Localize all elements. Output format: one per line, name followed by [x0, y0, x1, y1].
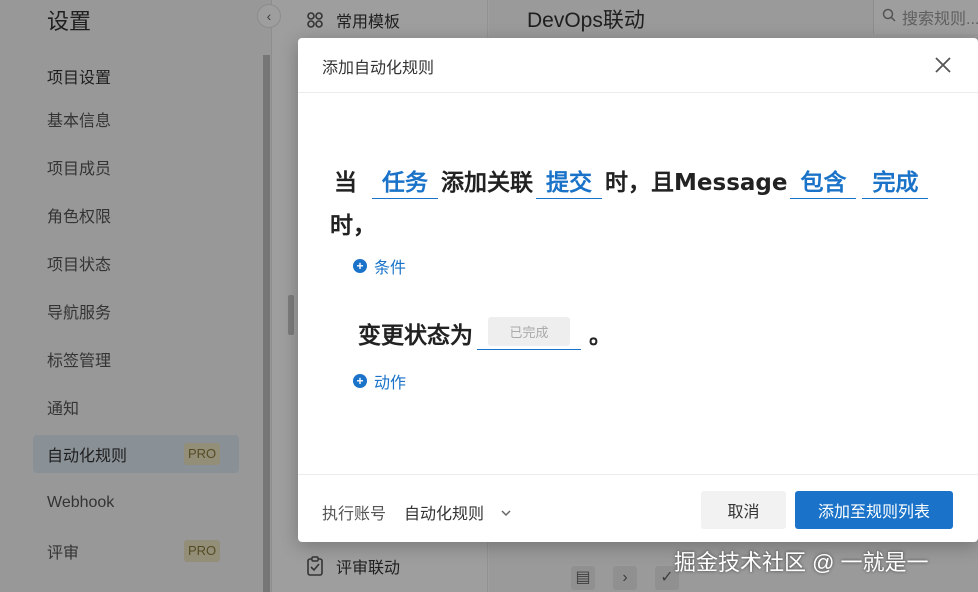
- rule-prefix: 当: [334, 170, 357, 196]
- add-rule-dialog: 添加自动化规则 当 任务 添加关联 提交 时，且Message 包含 完成 时， + 条件…: [298, 38, 978, 542]
- add-action-label: 动作: [374, 375, 407, 392]
- exec-account-select[interactable]: 自动化规则: [404, 500, 512, 524]
- add-action-button[interactable]: + 动作: [353, 369, 406, 393]
- operator-selector[interactable]: 包含: [790, 168, 857, 199]
- rule-mid: 时，且Message: [605, 170, 788, 196]
- app-window: 设置 项目设置 基本信息 项目成员 角色权限 项目状态 导航服务 标签管理 通知…: [0, 0, 978, 592]
- status-selector[interactable]: 已完成: [477, 317, 581, 350]
- exec-account-label: 执行账号: [322, 506, 387, 523]
- chevron-down-icon: [500, 506, 512, 518]
- plus-icon: +: [353, 259, 367, 273]
- exec-account-value: 自动化规则: [404, 506, 485, 523]
- watermark-text: 掘金技术社区 @ 一就是一: [674, 550, 929, 575]
- rule-trigger-sentence: 当 任务 添加关联 提交 时，且Message 包含 完成 时，: [330, 162, 940, 248]
- add-condition-button[interactable]: + 条件: [353, 254, 406, 278]
- status-chip: 已完成: [488, 317, 570, 346]
- target-selector[interactable]: 提交: [536, 168, 603, 199]
- dialog-header: 添加自动化规则: [298, 38, 978, 93]
- object-selector[interactable]: 任务: [372, 168, 439, 199]
- close-icon[interactable]: [931, 53, 955, 77]
- dialog-footer: 执行账号 自动化规则 取消 添加至规则列表: [298, 474, 978, 542]
- rule-action-sentence: 变更状态为 已完成 。: [358, 316, 612, 350]
- action-prefix: 变更状态为: [358, 323, 473, 349]
- plus-icon: +: [353, 374, 367, 388]
- add-to-rules-button[interactable]: 添加至规则列表: [795, 491, 953, 529]
- action-suffix: 。: [589, 323, 612, 349]
- value-input[interactable]: 完成: [862, 168, 929, 199]
- rule-suffix: 时，: [330, 213, 376, 239]
- cancel-button[interactable]: 取消: [701, 491, 786, 529]
- add-condition-label: 条件: [374, 260, 407, 277]
- rule-verb: 添加关联: [441, 170, 534, 196]
- dialog-title: 添加自动化规则: [322, 60, 435, 77]
